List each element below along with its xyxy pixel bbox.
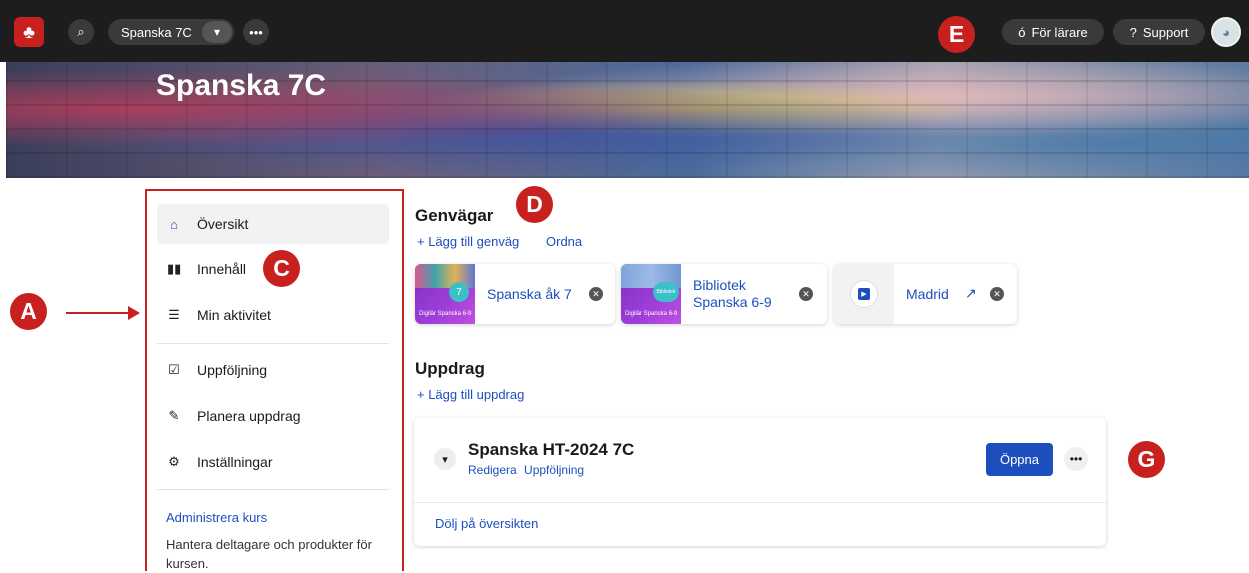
chevron-down-icon[interactable]: ▾ xyxy=(434,448,456,470)
support-label: Support xyxy=(1142,24,1189,40)
course-name: Spanska 7C xyxy=(121,24,192,40)
search-course-icon[interactable]: ⌕ xyxy=(68,19,94,45)
divider xyxy=(414,502,1106,503)
followup-assignment-link[interactable]: Uppföljning xyxy=(524,463,584,477)
shortcut-label: Spanska åk 7 xyxy=(487,285,572,302)
sidebar-item-label: Översikt xyxy=(197,216,249,232)
more-options-icon[interactable]: ••• xyxy=(243,19,269,45)
sidebar-item-label: Min aktivitet xyxy=(197,307,271,323)
callout-a: A xyxy=(10,293,47,330)
for-teachers-button[interactable]: ó För lärare xyxy=(1002,19,1104,45)
top-bar: ♣ ⌕ Spanska 7C ▾ ••• ó För lärare ? Supp… xyxy=(0,0,1249,62)
help-icon: ? xyxy=(1129,24,1137,40)
sidebar-item-uppfoljning[interactable]: ☑ Uppföljning xyxy=(157,350,389,390)
course-selector[interactable]: Spanska 7C ▾ xyxy=(108,19,234,45)
home-icon: ⌂ xyxy=(170,216,178,232)
assignment-card: ▾ Spanska HT-2024 7C Redigera Uppföljnin… xyxy=(414,418,1106,546)
shortcut-card-bibliotek[interactable]: Bibliotek Digilär Spanska 6-9 Bibliotek … xyxy=(621,264,827,324)
callout-arrow-line xyxy=(66,312,134,314)
shortcut-label: Madrid xyxy=(906,285,949,302)
remove-shortcut-icon[interactable]: ✕ xyxy=(589,287,603,301)
sidebar-item-label: Inställningar xyxy=(197,454,273,470)
shortcut-card-madrid[interactable]: ▶ Madrid ↗ ✕ xyxy=(834,264,1017,324)
sidebar-item-label: Innehåll xyxy=(197,261,247,277)
planning-icon: ✎ xyxy=(168,408,180,423)
callout-d: D xyxy=(516,186,553,223)
support-button[interactable]: ? Support xyxy=(1113,19,1205,45)
divider xyxy=(157,489,389,490)
edit-assignment-link[interactable]: Redigera xyxy=(468,463,517,477)
more-options-icon[interactable]: ••• xyxy=(1064,447,1088,471)
shortcuts-title: Genvägar xyxy=(415,206,494,225)
callout-g: G xyxy=(1128,441,1165,478)
remove-shortcut-icon[interactable]: ✕ xyxy=(990,287,1004,301)
external-link-icon: ↗ xyxy=(965,285,977,301)
admin-course-link[interactable]: Administrera kurs xyxy=(166,510,267,525)
open-button[interactable]: Öppna xyxy=(986,443,1053,476)
shortcut-badge: Bibliotek xyxy=(653,282,679,302)
admin-course-description: Hantera deltagare och produkter för kurs… xyxy=(166,537,372,571)
apple-icon: ó xyxy=(1018,24,1026,40)
callout-e: E xyxy=(938,16,975,53)
checkbox-icon: ☑ xyxy=(168,362,180,377)
sidebar-item-label: Uppföljning xyxy=(197,362,268,378)
shortcut-thumb-text: Digilär Spanska 6-9 xyxy=(625,311,678,317)
activity-list-icon: ☰ xyxy=(168,307,180,322)
shortcut-thumbnail: Bibliotek Digilär Spanska 6-9 xyxy=(621,264,681,324)
shortcut-label: Bibliotek Spanska 6-9 xyxy=(693,277,772,310)
sidebar-item-min-aktivitet[interactable]: ☰ Min aktivitet xyxy=(157,295,389,335)
callout-arrow-head xyxy=(128,306,140,320)
assignment-title: Spanska HT-2024 7C xyxy=(468,440,635,459)
remove-shortcut-icon[interactable]: ✕ xyxy=(799,287,813,301)
chevron-down-icon[interactable]: ▾ xyxy=(202,21,232,43)
page-title: Spanska 7C xyxy=(156,69,327,102)
add-assignment-link[interactable]: + Lägg till uppdrag xyxy=(417,387,524,402)
video-icon: ▶ xyxy=(834,264,894,324)
shortcut-thumbnail: 7 Digilär Spanska 6-9 xyxy=(415,264,475,324)
for-teachers-label: För lärare xyxy=(1031,24,1088,40)
sidebar-item-planera-uppdrag[interactable]: ✎ Planera uppdrag xyxy=(157,396,389,436)
shortcut-badge: 7 xyxy=(449,282,469,302)
divider xyxy=(157,343,389,344)
book-icon: ▮▮ xyxy=(167,261,182,276)
gear-icon: ⚙ xyxy=(168,454,180,469)
sidebar-item-oversikt[interactable]: ⌂ Översikt xyxy=(157,204,389,244)
shortcut-card-spanska-ak7[interactable]: 7 Digilär Spanska 6-9 Spanska åk 7 ✕ xyxy=(415,264,615,324)
hide-from-overview-link[interactable]: Dölj på översikten xyxy=(435,516,538,531)
shortcut-thumb-text: Digilär Spanska 6-9 xyxy=(419,311,472,317)
sidebar-item-installningar[interactable]: ⚙ Inställningar xyxy=(157,442,389,482)
order-shortcuts-link[interactable]: Ordna xyxy=(546,234,582,249)
app-logo-icon[interactable]: ♣ xyxy=(14,17,44,47)
sidebar-item-innehall[interactable]: ▮▮ Innehåll xyxy=(157,249,389,289)
avatar[interactable]: ◕ xyxy=(1211,17,1241,47)
assignments-title: Uppdrag xyxy=(415,359,485,378)
sidebar-item-label: Planera uppdrag xyxy=(197,408,301,424)
add-shortcut-link[interactable]: + Lägg till genväg xyxy=(417,234,519,249)
